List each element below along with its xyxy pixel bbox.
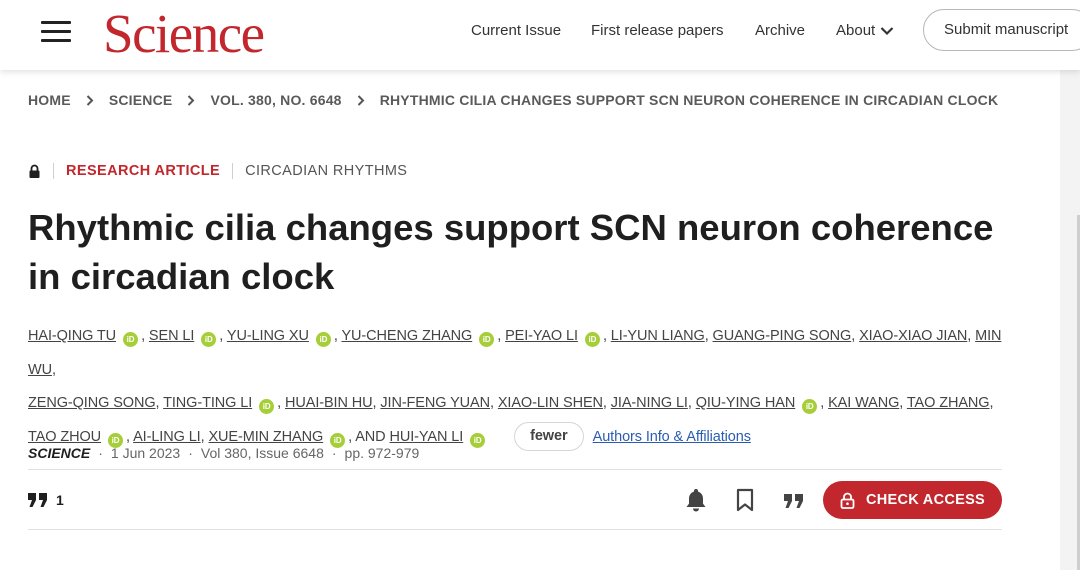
science-logo[interactable]: Science (103, 6, 265, 61)
nav-about[interactable]: About (836, 22, 894, 39)
author-link[interactable]: PEI-YAO LI (505, 328, 578, 344)
nav-archive[interactable]: Archive (755, 22, 805, 39)
orcid-icon[interactable]: iD (479, 332, 495, 347)
quote-icon[interactable] (782, 487, 806, 513)
author-link[interactable]: AI-LING LI (133, 429, 201, 445)
quote-icon (28, 493, 47, 507)
author-link[interactable]: JIN-FENG YUAN (380, 395, 490, 411)
article-title: Rhythmic cilia changes support SCN neuro… (28, 207, 994, 297)
author-link[interactable]: HUI-YAN LI (390, 429, 464, 445)
author-list: HAI-QING TU iD, SEN LI iD, YU-LING XU iD, Y… (28, 320, 1028, 454)
breadcrumb: HOME SCIENCE VOL. 380, NO. 6648 RHYTHMIC… (28, 92, 998, 108)
author-link[interactable]: HAI-QING TU (28, 328, 116, 344)
author-link[interactable]: YU-LING XU (227, 328, 309, 344)
breadcrumb-science[interactable]: SCIENCE (109, 92, 173, 108)
article-topic[interactable]: CIRCADIAN RHYTHMS (245, 163, 407, 179)
chevron-right-icon (86, 94, 94, 106)
orcid-icon[interactable]: iD (802, 399, 818, 414)
citation-line: SCIENCE · 1 Jun 2023 · Vol 380, Issue 6648 · p… (28, 445, 420, 461)
citation-count[interactable]: 1 (28, 492, 64, 508)
article-meta: RESEARCH ARTICLE CIRCADIAN RHYTHMS (28, 163, 407, 179)
and-label: AND (355, 428, 386, 445)
orcid-icon[interactable]: iD (123, 332, 139, 347)
lock-icon (29, 164, 40, 178)
article-type: RESEARCH ARTICLE (66, 163, 221, 179)
orcid-icon[interactable]: iD (584, 332, 600, 347)
author-link[interactable]: YU-CHENG ZHANG (341, 328, 472, 344)
divider (53, 163, 54, 179)
site-header: Science Current Issue First release pape… (0, 0, 1080, 70)
orcid-icon[interactable]: iD (470, 432, 486, 448)
lock-icon (840, 492, 855, 509)
submit-manuscript-button[interactable]: Submit manuscript (923, 9, 1080, 51)
chevron-right-icon (188, 94, 195, 106)
author-link[interactable]: QIU-YING HAN (696, 395, 796, 411)
author-link[interactable]: ZENG-QING SONG (28, 395, 156, 411)
author-link[interactable]: GUANG-PING SONG (713, 328, 852, 344)
breadcrumb-volume[interactable]: VOL. 380, NO. 6648 (210, 92, 341, 108)
nav-about-label: About (836, 22, 876, 39)
authors-info-affiliations-link[interactable]: Authors Info & Affiliations (593, 429, 751, 445)
publication-date: 1 Jun 2023 (110, 445, 181, 461)
bookmark-icon[interactable] (733, 487, 757, 513)
nav-current-issue[interactable]: Current Issue (471, 22, 561, 39)
orcid-icon[interactable]: iD (315, 332, 331, 347)
orcid-icon[interactable]: iD (201, 332, 217, 347)
author-link[interactable]: LI-YUN LIANG (611, 328, 705, 344)
orcid-icon[interactable]: iD (259, 399, 275, 414)
chevron-right-icon (357, 94, 365, 106)
author-link[interactable]: XUE-MIN ZHANG (208, 429, 323, 445)
chevron-down-icon (880, 26, 894, 35)
author-link[interactable]: TAO ZHANG (907, 395, 990, 411)
page-range: pp. 972-979 (344, 445, 420, 461)
check-access-button[interactable]: CHECK ACCESS (823, 481, 1002, 519)
bell-icon[interactable] (684, 487, 708, 513)
author-link[interactable]: KAI WANG (828, 395, 899, 411)
author-link[interactable]: HUAI-BIN HU (285, 395, 373, 411)
author-link[interactable]: JIA-NING LI (611, 395, 688, 411)
divider-top (28, 469, 1002, 470)
menu-icon[interactable] (41, 21, 71, 45)
author-link[interactable]: TAO ZHOU (28, 429, 101, 445)
author-link[interactable]: XIAO-XIAO JIAN (859, 328, 967, 344)
fewer-authors-button[interactable]: fewer (514, 421, 584, 451)
volume-issue[interactable]: Vol 380, Issue 6648 (201, 445, 324, 461)
check-access-label: CHECK ACCESS (865, 492, 986, 508)
breadcrumb-home[interactable]: HOME (28, 92, 71, 108)
citation-count-value: 1 (56, 492, 64, 508)
author-link[interactable]: SEN LI (149, 328, 194, 344)
breadcrumb-current: RHYTHMIC CILIA CHANGES SUPPORT SCN NEURO… (379, 92, 999, 108)
divider-bottom (28, 529, 1002, 530)
author-link[interactable]: TING-TING LI (163, 395, 252, 411)
divider (232, 163, 234, 179)
author-link[interactable]: XIAO-LIN SHEN (498, 395, 603, 411)
journal-name: SCIENCE (28, 445, 91, 461)
nav-first-release-papers[interactable]: First release papers (591, 22, 724, 39)
